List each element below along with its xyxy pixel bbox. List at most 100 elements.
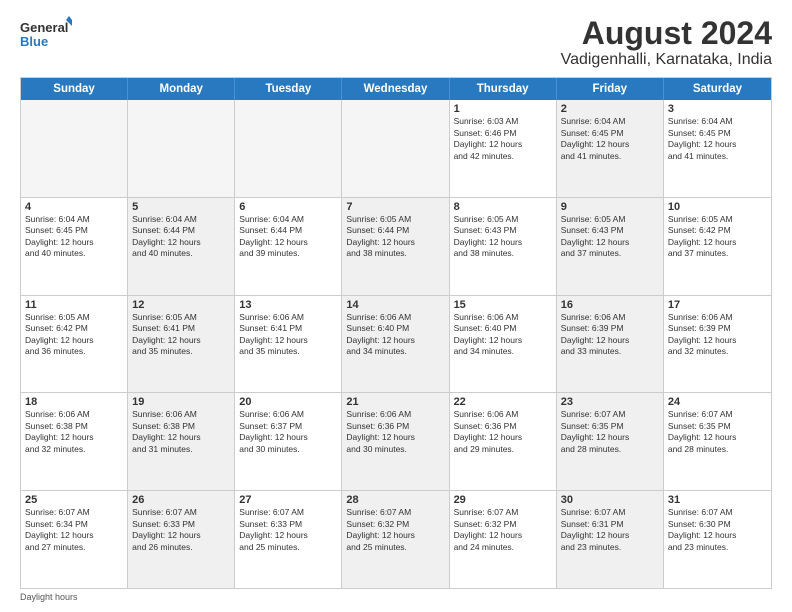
day-info: Sunrise: 6:06 AM Sunset: 6:38 PM Dayligh… xyxy=(132,409,230,455)
calendar-body: 1Sunrise: 6:03 AM Sunset: 6:46 PM Daylig… xyxy=(21,100,771,588)
calendar-cell: 9Sunrise: 6:05 AM Sunset: 6:43 PM Daylig… xyxy=(557,198,664,295)
calendar-week-row: 4Sunrise: 6:04 AM Sunset: 6:45 PM Daylig… xyxy=(21,198,771,296)
day-number: 11 xyxy=(25,299,123,311)
day-number: 10 xyxy=(668,201,767,213)
svg-text:General: General xyxy=(20,20,68,35)
day-number: 5 xyxy=(132,201,230,213)
calendar-cell xyxy=(21,100,128,197)
weekday-header: Saturday xyxy=(664,78,771,100)
footer-note: Daylight hours xyxy=(20,592,772,602)
day-number: 16 xyxy=(561,299,659,311)
day-info: Sunrise: 6:06 AM Sunset: 6:36 PM Dayligh… xyxy=(346,409,444,455)
day-number: 22 xyxy=(454,396,552,408)
page-subtitle: Vadigenhalli, Karnataka, India xyxy=(561,51,772,69)
day-number: 14 xyxy=(346,299,444,311)
day-info: Sunrise: 6:06 AM Sunset: 6:40 PM Dayligh… xyxy=(454,312,552,358)
day-number: 6 xyxy=(239,201,337,213)
day-info: Sunrise: 6:07 AM Sunset: 6:35 PM Dayligh… xyxy=(668,409,767,455)
calendar-cell: 11Sunrise: 6:05 AM Sunset: 6:42 PM Dayli… xyxy=(21,296,128,393)
header: General Blue August 2024 Vadigenhalli, K… xyxy=(20,16,772,69)
day-info: Sunrise: 6:03 AM Sunset: 6:46 PM Dayligh… xyxy=(454,116,552,162)
calendar-cell: 19Sunrise: 6:06 AM Sunset: 6:38 PM Dayli… xyxy=(128,393,235,490)
day-number: 21 xyxy=(346,396,444,408)
weekday-header: Monday xyxy=(128,78,235,100)
day-number: 27 xyxy=(239,494,337,506)
day-number: 1 xyxy=(454,103,552,115)
calendar-week-row: 1Sunrise: 6:03 AM Sunset: 6:46 PM Daylig… xyxy=(21,100,771,198)
day-info: Sunrise: 6:06 AM Sunset: 6:36 PM Dayligh… xyxy=(454,409,552,455)
calendar-cell: 3Sunrise: 6:04 AM Sunset: 6:45 PM Daylig… xyxy=(664,100,771,197)
calendar-cell: 30Sunrise: 6:07 AM Sunset: 6:31 PM Dayli… xyxy=(557,491,664,588)
day-number: 3 xyxy=(668,103,767,115)
calendar-header: SundayMondayTuesdayWednesdayThursdayFrid… xyxy=(21,78,771,100)
calendar-cell: 17Sunrise: 6:06 AM Sunset: 6:39 PM Dayli… xyxy=(664,296,771,393)
calendar-cell: 14Sunrise: 6:06 AM Sunset: 6:40 PM Dayli… xyxy=(342,296,449,393)
weekday-header: Tuesday xyxy=(235,78,342,100)
day-number: 8 xyxy=(454,201,552,213)
day-info: Sunrise: 6:07 AM Sunset: 6:32 PM Dayligh… xyxy=(454,507,552,553)
day-info: Sunrise: 6:04 AM Sunset: 6:45 PM Dayligh… xyxy=(25,214,123,260)
calendar-cell: 18Sunrise: 6:06 AM Sunset: 6:38 PM Dayli… xyxy=(21,393,128,490)
day-number: 15 xyxy=(454,299,552,311)
calendar-cell: 26Sunrise: 6:07 AM Sunset: 6:33 PM Dayli… xyxy=(128,491,235,588)
calendar-cell: 20Sunrise: 6:06 AM Sunset: 6:37 PM Dayli… xyxy=(235,393,342,490)
day-number: 9 xyxy=(561,201,659,213)
page: General Blue August 2024 Vadigenhalli, K… xyxy=(0,0,792,612)
calendar-week-row: 18Sunrise: 6:06 AM Sunset: 6:38 PM Dayli… xyxy=(21,393,771,491)
weekday-header: Thursday xyxy=(450,78,557,100)
calendar-cell: 29Sunrise: 6:07 AM Sunset: 6:32 PM Dayli… xyxy=(450,491,557,588)
calendar-cell: 1Sunrise: 6:03 AM Sunset: 6:46 PM Daylig… xyxy=(450,100,557,197)
calendar-week-row: 25Sunrise: 6:07 AM Sunset: 6:34 PM Dayli… xyxy=(21,491,771,588)
day-number: 28 xyxy=(346,494,444,506)
day-number: 18 xyxy=(25,396,123,408)
day-info: Sunrise: 6:04 AM Sunset: 6:44 PM Dayligh… xyxy=(239,214,337,260)
day-info: Sunrise: 6:05 AM Sunset: 6:41 PM Dayligh… xyxy=(132,312,230,358)
calendar-cell: 4Sunrise: 6:04 AM Sunset: 6:45 PM Daylig… xyxy=(21,198,128,295)
calendar: SundayMondayTuesdayWednesdayThursdayFrid… xyxy=(20,77,772,589)
calendar-cell: 6Sunrise: 6:04 AM Sunset: 6:44 PM Daylig… xyxy=(235,198,342,295)
day-info: Sunrise: 6:05 AM Sunset: 6:44 PM Dayligh… xyxy=(346,214,444,260)
day-number: 2 xyxy=(561,103,659,115)
day-info: Sunrise: 6:07 AM Sunset: 6:32 PM Dayligh… xyxy=(346,507,444,553)
calendar-cell: 2Sunrise: 6:04 AM Sunset: 6:45 PM Daylig… xyxy=(557,100,664,197)
day-info: Sunrise: 6:05 AM Sunset: 6:42 PM Dayligh… xyxy=(668,214,767,260)
calendar-cell: 21Sunrise: 6:06 AM Sunset: 6:36 PM Dayli… xyxy=(342,393,449,490)
weekday-header: Sunday xyxy=(21,78,128,100)
calendar-cell: 12Sunrise: 6:05 AM Sunset: 6:41 PM Dayli… xyxy=(128,296,235,393)
day-info: Sunrise: 6:07 AM Sunset: 6:35 PM Dayligh… xyxy=(561,409,659,455)
day-info: Sunrise: 6:06 AM Sunset: 6:39 PM Dayligh… xyxy=(561,312,659,358)
logo-svg: General Blue xyxy=(20,16,72,54)
day-number: 19 xyxy=(132,396,230,408)
calendar-cell: 5Sunrise: 6:04 AM Sunset: 6:44 PM Daylig… xyxy=(128,198,235,295)
day-number: 24 xyxy=(668,396,767,408)
day-number: 17 xyxy=(668,299,767,311)
day-info: Sunrise: 6:07 AM Sunset: 6:33 PM Dayligh… xyxy=(239,507,337,553)
calendar-cell: 28Sunrise: 6:07 AM Sunset: 6:32 PM Dayli… xyxy=(342,491,449,588)
day-info: Sunrise: 6:07 AM Sunset: 6:33 PM Dayligh… xyxy=(132,507,230,553)
day-info: Sunrise: 6:07 AM Sunset: 6:34 PM Dayligh… xyxy=(25,507,123,553)
calendar-cell: 22Sunrise: 6:06 AM Sunset: 6:36 PM Dayli… xyxy=(450,393,557,490)
calendar-cell: 24Sunrise: 6:07 AM Sunset: 6:35 PM Dayli… xyxy=(664,393,771,490)
day-info: Sunrise: 6:04 AM Sunset: 6:45 PM Dayligh… xyxy=(561,116,659,162)
day-info: Sunrise: 6:06 AM Sunset: 6:38 PM Dayligh… xyxy=(25,409,123,455)
calendar-cell: 27Sunrise: 6:07 AM Sunset: 6:33 PM Dayli… xyxy=(235,491,342,588)
weekday-header: Wednesday xyxy=(342,78,449,100)
day-info: Sunrise: 6:04 AM Sunset: 6:45 PM Dayligh… xyxy=(668,116,767,162)
title-block: August 2024 Vadigenhalli, Karnataka, Ind… xyxy=(561,16,772,69)
svg-text:Blue: Blue xyxy=(20,34,48,49)
calendar-cell: 8Sunrise: 6:05 AM Sunset: 6:43 PM Daylig… xyxy=(450,198,557,295)
day-info: Sunrise: 6:06 AM Sunset: 6:41 PM Dayligh… xyxy=(239,312,337,358)
day-number: 23 xyxy=(561,396,659,408)
day-number: 26 xyxy=(132,494,230,506)
day-info: Sunrise: 6:05 AM Sunset: 6:43 PM Dayligh… xyxy=(454,214,552,260)
day-number: 30 xyxy=(561,494,659,506)
day-info: Sunrise: 6:06 AM Sunset: 6:37 PM Dayligh… xyxy=(239,409,337,455)
day-info: Sunrise: 6:05 AM Sunset: 6:42 PM Dayligh… xyxy=(25,312,123,358)
weekday-header: Friday xyxy=(557,78,664,100)
day-info: Sunrise: 6:06 AM Sunset: 6:39 PM Dayligh… xyxy=(668,312,767,358)
day-number: 20 xyxy=(239,396,337,408)
page-title: August 2024 xyxy=(561,16,772,51)
calendar-cell: 31Sunrise: 6:07 AM Sunset: 6:30 PM Dayli… xyxy=(664,491,771,588)
day-number: 12 xyxy=(132,299,230,311)
calendar-cell: 16Sunrise: 6:06 AM Sunset: 6:39 PM Dayli… xyxy=(557,296,664,393)
